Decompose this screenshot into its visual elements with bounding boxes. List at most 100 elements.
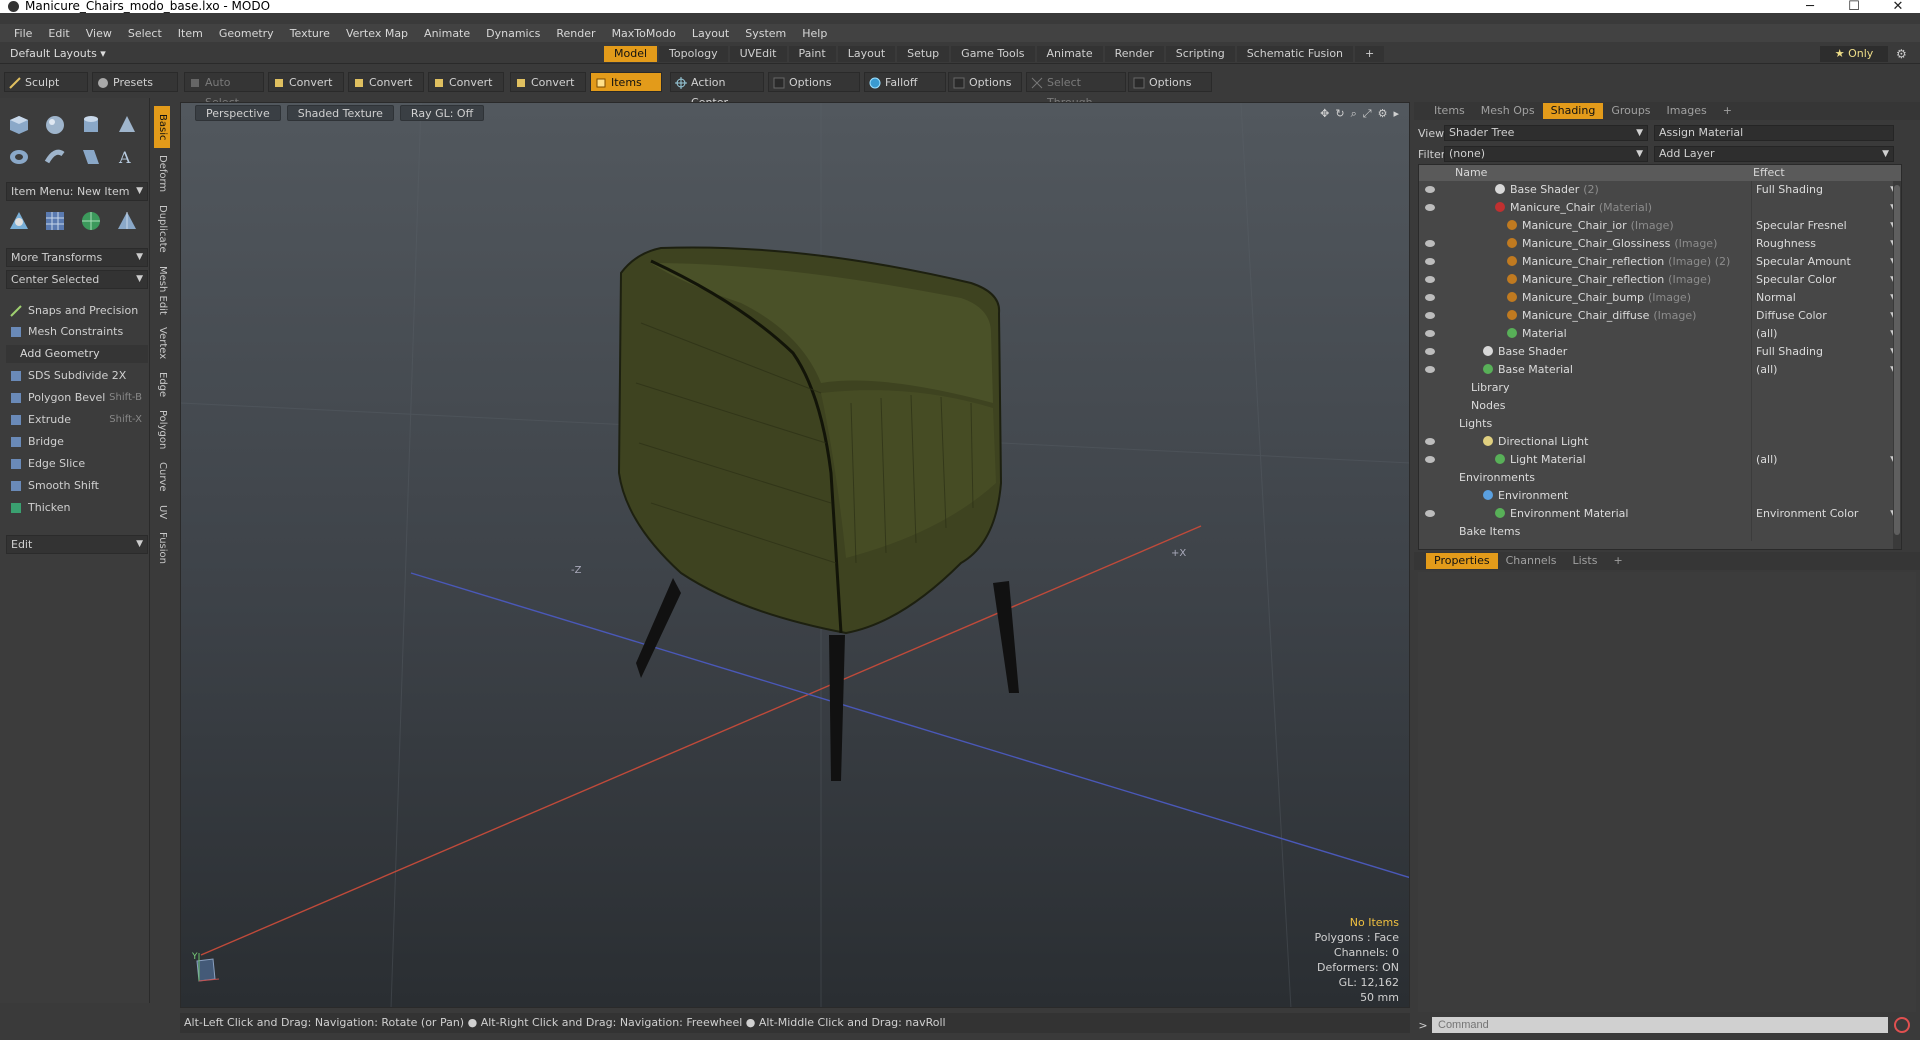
vtab-deform[interactable]: Deform [154, 152, 170, 196]
items-button[interactable]: Items [590, 72, 662, 92]
gear-icon[interactable]: ⚙ [1896, 47, 1907, 61]
menu-dynamics[interactable]: Dynamics [478, 27, 548, 40]
only-toggle[interactable]: ★ Only [1820, 46, 1888, 62]
eye-icon[interactable] [1425, 204, 1435, 211]
shader-tree-row[interactable]: Lights [1419, 415, 1901, 433]
shader-tree-row[interactable]: Base Shader(2) Full Shading▼ [1419, 181, 1901, 199]
presets-button[interactable]: Presets F6 [92, 72, 178, 109]
cylinder-icon[interactable] [78, 112, 104, 138]
effect-dropdown[interactable]: ▼ [1751, 199, 1901, 217]
action-center-button[interactable]: Action Center [670, 72, 764, 109]
tab-setup[interactable]: Setup [897, 46, 950, 62]
sphere-icon[interactable] [42, 112, 68, 138]
vtab-mesh-edit[interactable]: Mesh Edit [154, 262, 170, 318]
menu-vertex-map[interactable]: Vertex Map [338, 27, 416, 40]
shader-tree-row[interactable]: Directional Light [1419, 433, 1901, 451]
cone-icon[interactable] [114, 112, 140, 138]
item-menu-dropdown[interactable]: Item Menu: New Item ▼ [6, 182, 148, 201]
tab-properties[interactable]: Properties [1426, 553, 1498, 569]
add-layer-dropdown[interactable]: Add Layer ▼ [1654, 146, 1894, 162]
tab-groups[interactable]: Groups [1603, 103, 1658, 119]
column-effect[interactable]: Effect [1753, 166, 1785, 179]
options-button-2[interactable]: Options [948, 72, 1022, 92]
text-icon[interactable]: A [114, 144, 140, 170]
filter-dropdown[interactable]: (none) ▼ [1444, 146, 1648, 162]
eye-icon[interactable] [1425, 294, 1435, 301]
menu-maxtomodo[interactable]: MaxToModo [604, 27, 684, 40]
eye-icon[interactable] [1425, 186, 1435, 193]
convert-button-1[interactable]: Convert [268, 72, 344, 92]
add-geometry-section[interactable]: Add Geometry [6, 345, 148, 363]
auto-select-button[interactable]: Auto Select [184, 72, 264, 109]
shader-tree-row[interactable]: Manicure_Chair_Glossiness (Image) Roughnes… [1419, 235, 1901, 253]
falloff-button[interactable]: Falloff [864, 72, 946, 92]
edge-slice-button[interactable]: Edge Slice [6, 454, 148, 474]
menu-select[interactable]: Select [120, 27, 170, 40]
mesh-constraints-button[interactable]: Mesh Constraints [6, 322, 148, 342]
tab-topology[interactable]: Topology [659, 46, 728, 62]
menu-help[interactable]: Help [794, 27, 835, 40]
vtab-basic[interactable]: Basic [154, 106, 170, 148]
torus-icon[interactable] [6, 144, 32, 170]
vtab-uv[interactable]: UV [154, 500, 170, 524]
bridge-button[interactable]: Bridge [6, 432, 148, 452]
shader-tree-scrollbar[interactable] [1893, 181, 1901, 549]
menu-texture[interactable]: Texture [282, 27, 338, 40]
assign-material-field[interactable]: Assign Material [1654, 125, 1894, 141]
shader-tree-row[interactable]: Manicure_Chair_reflection (Image) (2) Spec… [1419, 253, 1901, 271]
shading-mode-button[interactable]: Shaded Texture [286, 105, 394, 121]
column-name[interactable]: Name [1455, 166, 1487, 179]
menu-system[interactable]: System [737, 27, 794, 40]
menu-geometry[interactable]: Geometry [211, 27, 282, 40]
shader-tree-row[interactable]: Base Shader Full Shading▼ [1419, 343, 1901, 361]
effect-dropdown[interactable]: (all)▼ [1751, 361, 1901, 379]
minimize-button[interactable]: ─ [1788, 0, 1832, 13]
3d-viewport[interactable]: -Z +X Perspective Shaded Texture Ray GL:… [180, 102, 1410, 1008]
vtab-curve[interactable]: Curve [154, 458, 170, 496]
add-panel-tab-button[interactable]: + [1715, 103, 1740, 119]
shader-tree-row[interactable]: Nodes [1419, 397, 1901, 415]
options-button-1[interactable]: Options [768, 72, 860, 92]
shader-tree-row[interactable]: Manicure_Chair_reflection (Image) Specular… [1419, 271, 1901, 289]
maximize-button[interactable]: ☐ [1832, 0, 1876, 13]
options-button-3[interactable]: Options [1128, 72, 1212, 92]
tab-uvedit[interactable]: UVEdit [729, 46, 787, 62]
eye-icon[interactable] [1425, 240, 1435, 247]
eye-icon[interactable] [1425, 312, 1435, 319]
expand-arrow-icon[interactable]: ▸ [1393, 107, 1399, 121]
raygl-toggle-button[interactable]: Ray GL: Off [399, 105, 485, 121]
tab-layout[interactable]: Layout [837, 46, 896, 62]
tab-scripting[interactable]: Scripting [1165, 46, 1235, 62]
sds-subdivide-button[interactable]: SDS Subdivide 2X [6, 366, 148, 386]
cube-icon[interactable] [6, 112, 32, 138]
tab-render[interactable]: Render [1104, 46, 1164, 62]
menu-animate[interactable]: Animate [416, 27, 478, 40]
shader-tree-row[interactable]: Material (all)▼ [1419, 325, 1901, 343]
select-through-button[interactable]: Select Through [1026, 72, 1126, 109]
menu-view[interactable]: View [78, 27, 120, 40]
vtab-edge[interactable]: Edge [154, 368, 170, 402]
close-button[interactable]: ✕ [1876, 0, 1920, 13]
polygon-bevel-button[interactable]: Polygon Bevel Shift-B [6, 388, 148, 408]
tab-items[interactable]: Items [1426, 103, 1473, 119]
vtab-vertex[interactable]: Vertex [154, 322, 170, 364]
gear-icon[interactable]: ⚙ [1378, 107, 1388, 121]
tab-mesh-ops[interactable]: Mesh Ops [1473, 103, 1543, 119]
effect-dropdown[interactable]: (all)▼ [1751, 325, 1901, 343]
scrollbar-thumb[interactable] [1894, 185, 1900, 535]
menu-layout[interactable]: Layout [684, 27, 737, 40]
shader-tree-row[interactable]: Manicure_Chair(Material) ▼ [1419, 199, 1901, 217]
effect-dropdown[interactable]: Diffuse Color▼ [1751, 307, 1901, 325]
eye-icon[interactable] [1425, 366, 1435, 373]
edit-dropdown[interactable]: Edit ▼ [6, 535, 148, 554]
effect-dropdown[interactable]: Normal▼ [1751, 289, 1901, 307]
tab-animate[interactable]: Animate [1036, 46, 1103, 62]
vtab-polygon[interactable]: Polygon [154, 406, 170, 454]
perspective-view-button[interactable]: Perspective [195, 105, 281, 121]
tab-lists[interactable]: Lists [1565, 553, 1606, 569]
convert-button-3[interactable]: Convert [428, 72, 504, 92]
effect-dropdown[interactable]: Full Shading▼ [1751, 181, 1901, 199]
shader-tree-row[interactable]: Manicure_Chair_bump(Image) Normal▼ [1419, 289, 1901, 307]
grid-icon[interactable] [42, 208, 68, 234]
effect-dropdown[interactable]: Specular Amount▼ [1751, 253, 1901, 271]
